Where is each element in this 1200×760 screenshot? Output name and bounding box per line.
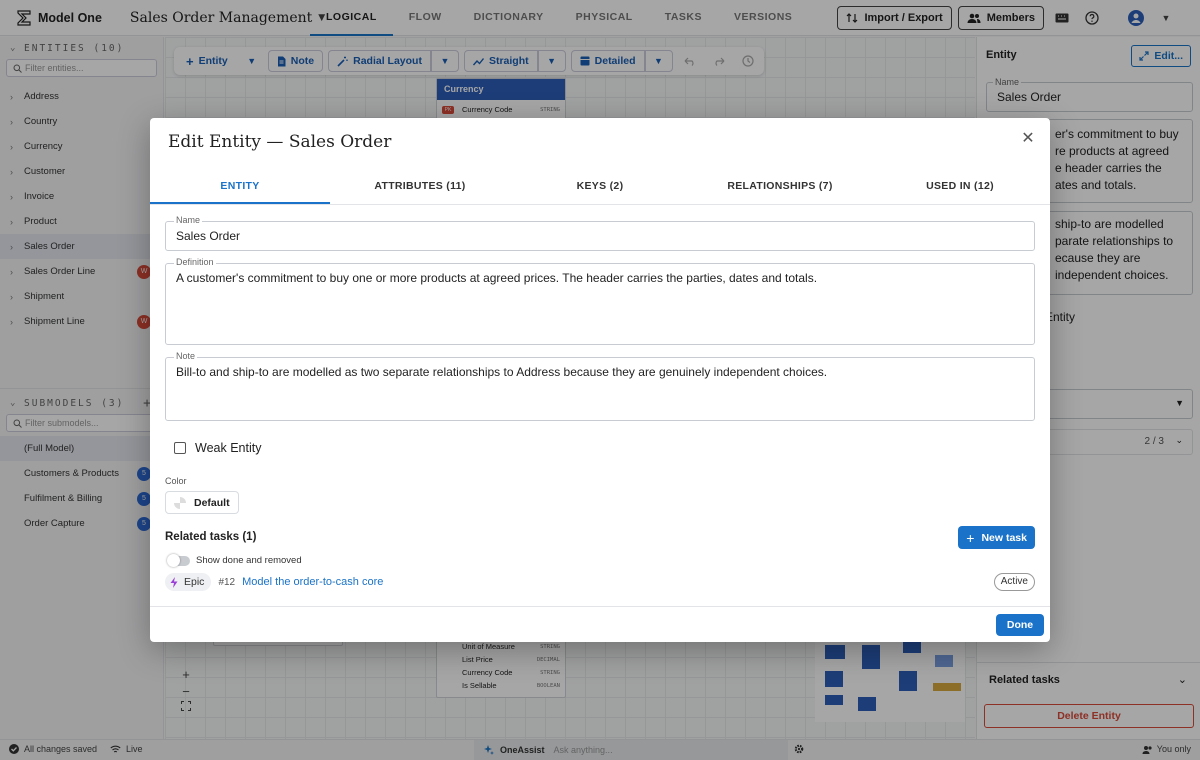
note-field-value: Bill-to and ship-to are modelled as two … bbox=[176, 365, 828, 379]
plus-icon: + bbox=[966, 529, 975, 546]
close-icon[interactable]: ✕ bbox=[1018, 128, 1038, 148]
lightning-icon bbox=[170, 576, 178, 588]
done-label: Done bbox=[1006, 619, 1034, 631]
edit-entity-dialog: Edit Entity — Sales Order ✕ ENTITY ATTRI… bbox=[150, 118, 1050, 642]
task-row: Epic #12 Model the order-to-cash core Ac… bbox=[165, 572, 1035, 592]
tab-keys[interactable]: KEYS (2) bbox=[510, 170, 690, 204]
definition-field[interactable]: Definition A customer's commitment to bu… bbox=[165, 257, 1035, 345]
color-label: Color bbox=[165, 476, 187, 486]
show-done-label: Show done and removed bbox=[196, 555, 302, 566]
task-number: #12 bbox=[218, 576, 236, 588]
task-title-link[interactable]: Model the order-to-cash core bbox=[242, 576, 383, 588]
toggle-switch bbox=[167, 553, 190, 567]
dialog-footer: Done bbox=[150, 606, 1050, 642]
new-task-label: New task bbox=[981, 531, 1027, 544]
color-value: Default bbox=[194, 496, 230, 509]
related-tasks-title: Related tasks (1) bbox=[165, 531, 257, 543]
note-field-label: Note bbox=[174, 351, 198, 361]
note-field[interactable]: Note Bill-to and ship-to are modelled as… bbox=[165, 351, 1035, 421]
name-field-value: Sales Order bbox=[176, 229, 241, 243]
checkbox-box bbox=[174, 442, 186, 454]
tab-used-in[interactable]: USED IN (12) bbox=[870, 170, 1050, 204]
weak-entity-label: Weak Entity bbox=[195, 441, 262, 455]
task-type-chip: Epic bbox=[165, 573, 212, 591]
dialog-tabs: ENTITY ATTRIBUTES (11) KEYS (2) RELATION… bbox=[150, 170, 1050, 205]
task-type: Epic bbox=[184, 576, 205, 588]
dialog-title: Edit Entity — Sales Order bbox=[168, 132, 392, 152]
weak-entity-checkbox[interactable]: Weak Entity bbox=[174, 441, 261, 455]
done-button[interactable]: Done bbox=[996, 614, 1044, 636]
tab-attributes[interactable]: ATTRIBUTES (11) bbox=[330, 170, 510, 204]
new-task-button[interactable]: + New task bbox=[958, 526, 1035, 549]
color-picker-button[interactable]: Default bbox=[165, 491, 239, 514]
tab-relationships[interactable]: RELATIONSHIPS (7) bbox=[690, 170, 870, 204]
tab-entity[interactable]: ENTITY bbox=[150, 170, 330, 204]
definition-field-label: Definition bbox=[174, 257, 216, 267]
name-field[interactable]: Name Sales Order bbox=[165, 215, 1035, 251]
definition-field-value: A customer's commitment to buy one or mo… bbox=[176, 271, 818, 285]
default-color-swatch bbox=[174, 496, 186, 509]
task-status-badge: Active bbox=[993, 573, 1035, 591]
name-field-label: Name bbox=[174, 215, 203, 225]
show-done-toggle[interactable]: Show done and removed bbox=[167, 553, 302, 567]
